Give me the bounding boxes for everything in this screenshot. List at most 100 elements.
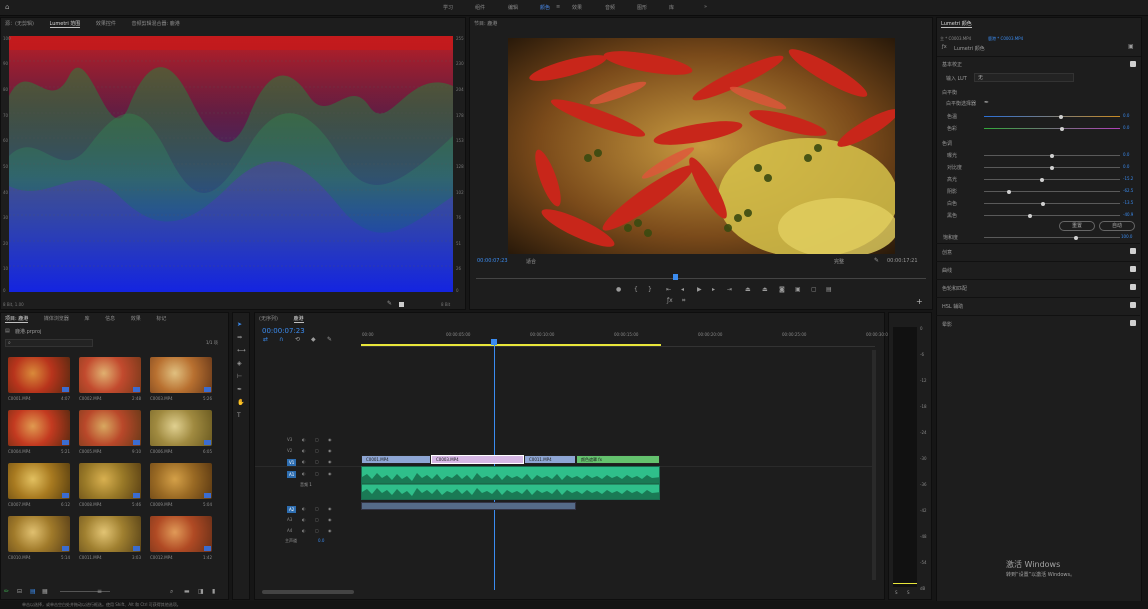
hsl-secondary-section[interactable]: HSL 辅助	[936, 297, 1140, 315]
effect-name-select[interactable]: Lumetri 颜色	[954, 45, 985, 52]
hand-tool-icon[interactable]: ✋	[237, 399, 244, 406]
blacks-slider[interactable]	[984, 213, 1120, 218]
contrast-slider[interactable]	[984, 165, 1120, 170]
creative-section[interactable]: 创意	[936, 243, 1140, 261]
contrast-value[interactable]: 0.0	[1123, 164, 1129, 169]
track-lock-icon[interactable]: ◐	[302, 437, 306, 442]
track-visibility-icon[interactable]: ◉	[328, 528, 332, 533]
track-lock-icon[interactable]: ◐	[302, 506, 306, 511]
workspace-assembly[interactable]: 组件	[475, 4, 485, 11]
audio-clip-a2[interactable]	[361, 502, 576, 510]
whites-knob[interactable]	[1041, 201, 1045, 206]
track-visibility-icon[interactable]: ◉	[328, 459, 332, 464]
exposure-knob[interactable]	[1050, 153, 1054, 158]
shadows-knob[interactable]	[1007, 189, 1011, 194]
bin-thumbnail[interactable]	[79, 357, 141, 393]
basic-correction-header[interactable]: 基本校正	[942, 61, 962, 68]
creative-checkbox[interactable]	[1130, 248, 1136, 254]
lock-icon[interactable]: ⊟	[17, 588, 22, 595]
track-visibility-icon[interactable]: ◉	[328, 448, 332, 453]
audio-track-header-a2[interactable]: A2	[287, 506, 297, 513]
exposure-slider[interactable]	[984, 153, 1120, 158]
icon-view-icon[interactable]: ▦	[42, 588, 48, 595]
color-wheels-section[interactable]: 色轮和匹配	[936, 279, 1140, 297]
track-lock-icon[interactable]: ◐	[302, 471, 306, 476]
workspace-editing[interactable]: 编辑	[508, 4, 518, 11]
curves-section[interactable]: 曲线	[936, 261, 1140, 279]
track-sync-icon[interactable]: ▢	[315, 459, 319, 464]
track-sync-icon[interactable]: ▢	[315, 471, 319, 476]
whites-value[interactable]: -13.5	[1123, 200, 1133, 205]
project-search-input[interactable]: ⌕	[5, 339, 93, 347]
audio-track-header-a3[interactable]: A3	[287, 517, 292, 522]
color-wheels-checkbox[interactable]	[1130, 284, 1136, 290]
video-track-header-v3[interactable]: V3	[287, 437, 292, 442]
shadows-value[interactable]: -62.5	[1123, 188, 1133, 193]
tint-knob[interactable]	[1060, 126, 1064, 131]
vignette-section[interactable]: 晕影	[936, 315, 1140, 333]
input-lut-select[interactable]: 无	[974, 73, 1074, 82]
program-monitor-title[interactable]: 节目: 鹿港	[474, 21, 497, 27]
button-editor-icon[interactable]: +	[916, 297, 923, 306]
temperature-slider[interactable]	[984, 114, 1120, 119]
highlights-value[interactable]: -15.2	[1123, 176, 1133, 181]
vignette-checkbox[interactable]	[1130, 320, 1136, 326]
settings-wrench-icon[interactable]: ✎	[874, 257, 879, 264]
track-visibility-icon[interactable]: ◉	[328, 517, 332, 522]
snap-icon[interactable]: ∩	[279, 336, 283, 343]
timeline-vertical-scrollbar[interactable]	[872, 350, 876, 580]
exposure-value[interactable]: 0.0	[1123, 152, 1129, 157]
work-area-bar[interactable]	[361, 344, 661, 346]
tab-markers[interactable]: 标记	[156, 316, 166, 322]
wrench-icon[interactable]: ✎	[387, 300, 392, 307]
video-clip[interactable]: C0001.MP4	[361, 455, 431, 464]
temperature-value[interactable]: 0.0	[1123, 113, 1129, 118]
fx-icon[interactable]: ƒx	[667, 297, 673, 304]
mark-out-icon[interactable]: }	[648, 286, 652, 293]
video-track-header-v2[interactable]: V2	[287, 448, 292, 453]
master-volume-value[interactable]: 0.0	[318, 538, 324, 543]
solo-left-button[interactable]: S	[895, 590, 898, 595]
tab-project[interactable]: 项目: 鹿港	[5, 316, 29, 323]
blacks-value[interactable]: -40.9	[1123, 212, 1133, 217]
saturation-value[interactable]: 100.0	[1121, 234, 1132, 239]
bin-thumbnail[interactable]	[79, 410, 141, 446]
tab-libraries[interactable]: 库	[84, 316, 89, 322]
new-item-icon[interactable]: ◨	[198, 588, 204, 595]
track-sync-icon[interactable]: ▢	[315, 528, 319, 533]
effect-options-icon[interactable]: ▣	[1128, 43, 1134, 50]
pen-tool-icon[interactable]: ✒	[237, 386, 242, 393]
bin-thumbnail[interactable]	[8, 357, 70, 393]
extract-icon[interactable]: ⏏	[762, 286, 768, 293]
tab-effect-controls[interactable]: 效果控件	[96, 21, 116, 27]
more-workspaces-icon[interactable]: »	[704, 4, 707, 10]
track-sync-icon[interactable]: ▢	[315, 506, 319, 511]
fit-frame-icon[interactable]: ⌗	[682, 297, 685, 305]
solo-right-button[interactable]: S	[907, 590, 910, 595]
track-visibility-icon[interactable]: ◉	[328, 437, 332, 442]
track-sync-icon[interactable]: ▢	[315, 517, 319, 522]
highlights-knob[interactable]	[1040, 177, 1044, 182]
tab-media-browser[interactable]: 媒体浏览器	[44, 316, 69, 322]
workspace-menu-icon[interactable]: ≡	[556, 4, 560, 10]
step-back-icon[interactable]: ◂	[681, 286, 684, 293]
nest-icon[interactable]: ⇄	[263, 336, 268, 343]
lumetri-panel-title[interactable]: Lumetri 颜色	[941, 21, 972, 28]
go-to-out-icon[interactable]: ⇥	[727, 286, 732, 293]
safe-margins-icon[interactable]: ▢	[811, 286, 817, 293]
razor-tool-icon[interactable]: ◈	[237, 360, 242, 367]
sequence-clip-breadcrumb[interactable]: 鹿港 * C0003.MP4	[988, 36, 1023, 42]
bin-thumbnail[interactable]	[79, 463, 141, 499]
track-lock-icon[interactable]: ◐	[302, 448, 306, 453]
tint-value[interactable]: 0.0	[1123, 125, 1129, 130]
track-lock-icon[interactable]: ◐	[302, 459, 306, 464]
temperature-knob[interactable]	[1059, 114, 1063, 119]
bin-thumbnail[interactable]	[150, 463, 212, 499]
workspace-learn[interactable]: 学习	[443, 4, 453, 11]
bin-thumbnail[interactable]	[150, 357, 212, 393]
selection-tool-icon[interactable]: ➤	[237, 321, 242, 328]
workspace-audio[interactable]: 音频	[605, 4, 615, 11]
audio-clip[interactable]	[361, 466, 660, 500]
add-marker-timeline-icon[interactable]: ◆	[311, 336, 316, 343]
list-view-icon[interactable]: ▤	[30, 588, 36, 595]
